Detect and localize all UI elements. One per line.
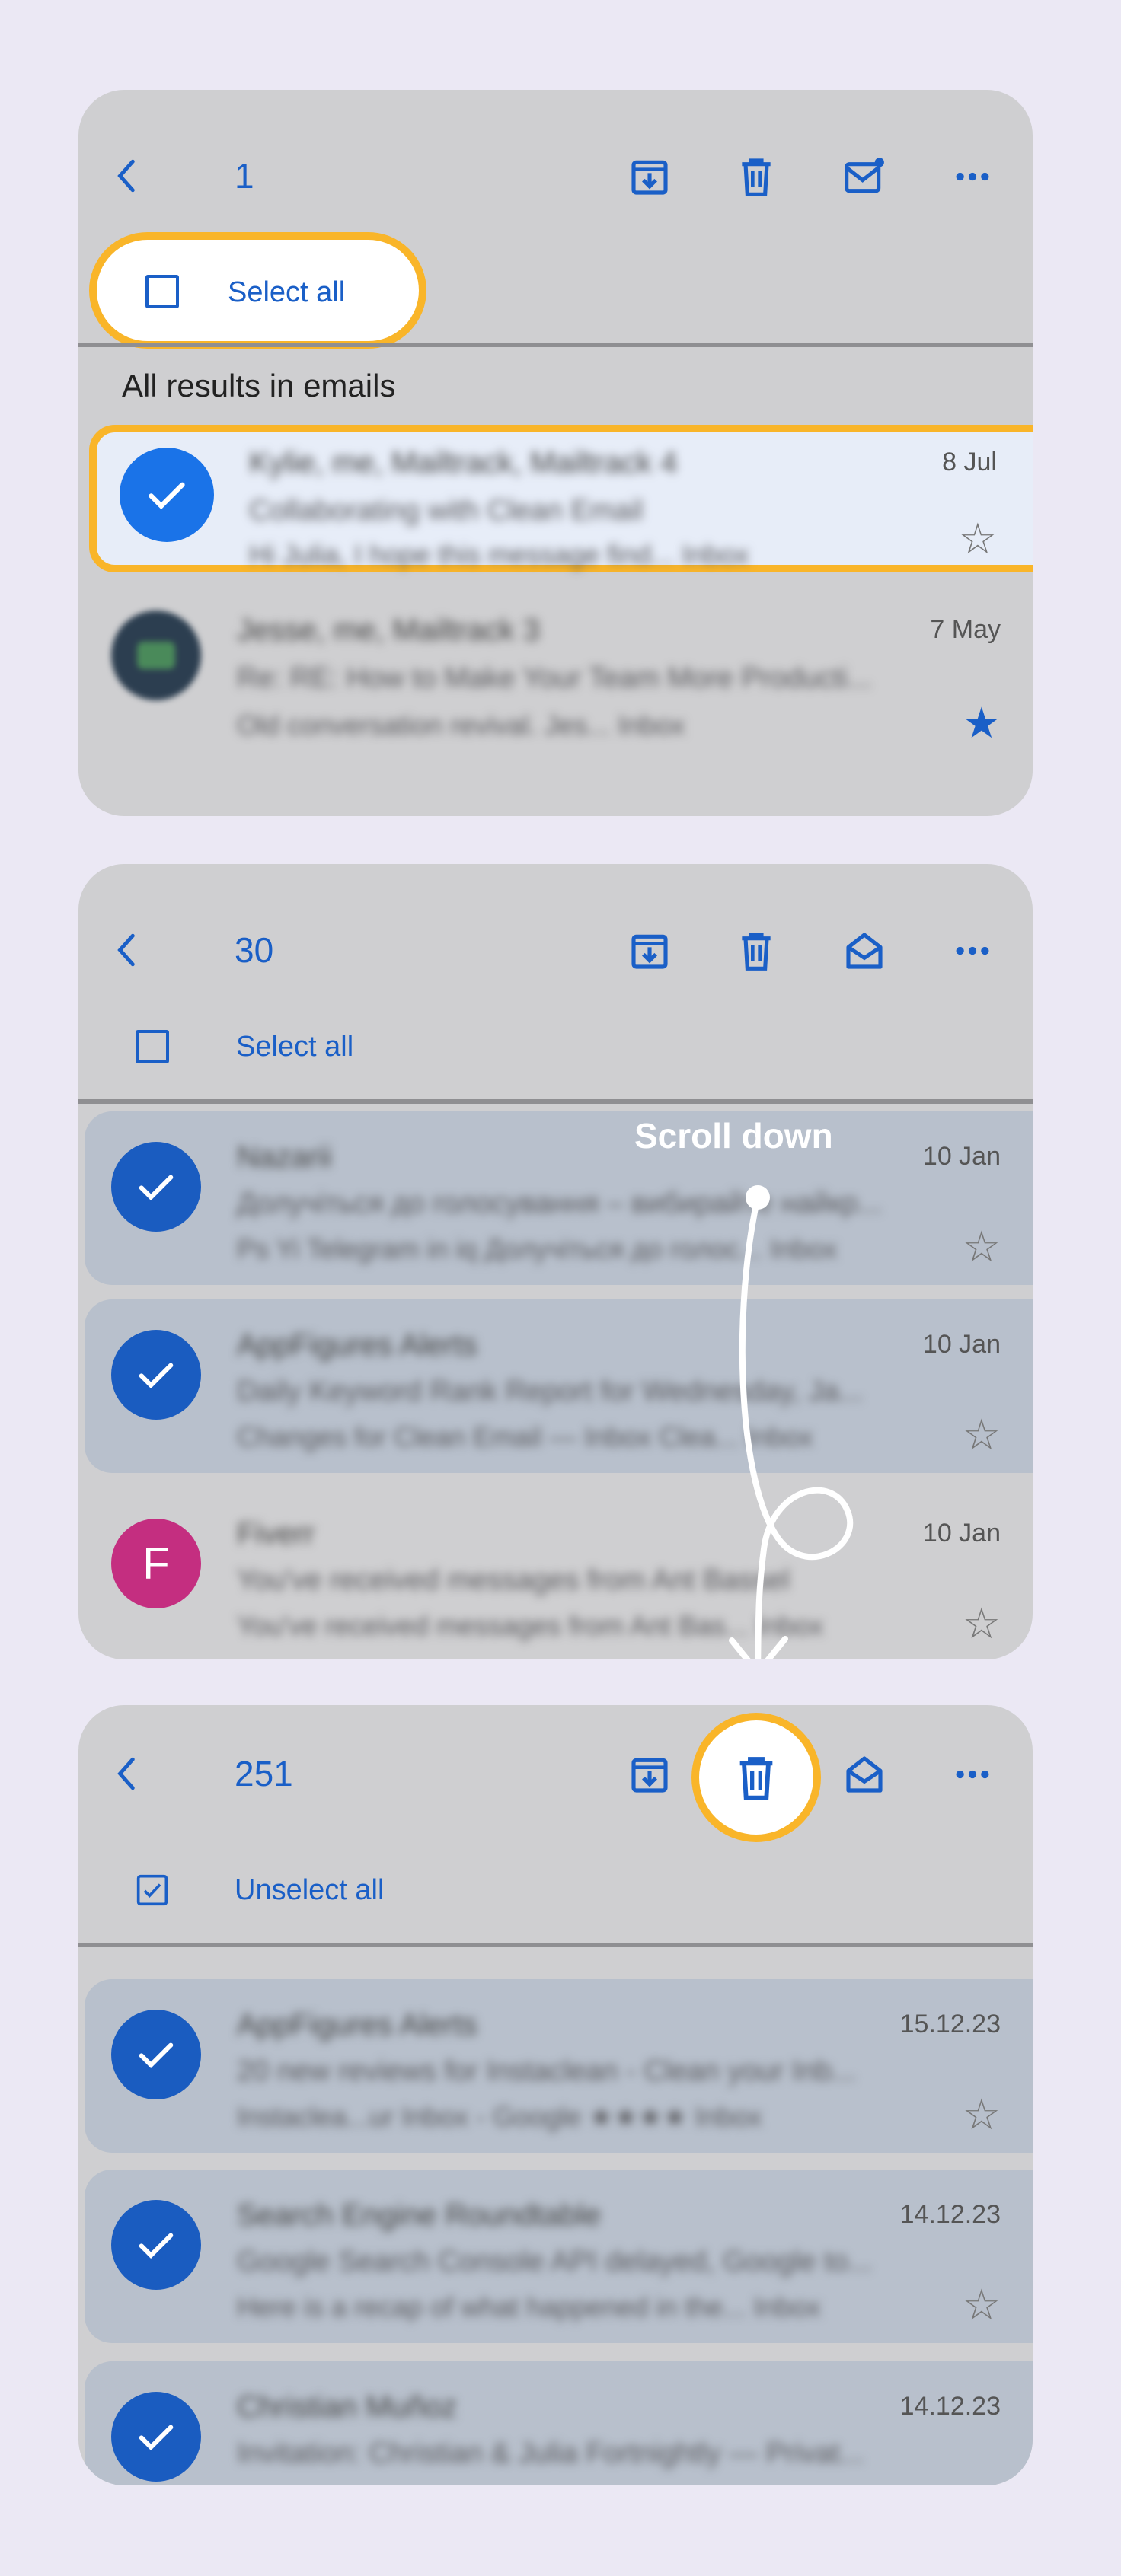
more-horizontal-icon[interactable] [951, 1753, 994, 1796]
step-3-panel: 251 Unselect all AppFigures Alerts 20 ne… [78, 1705, 1033, 2485]
email-date: 10 Jan [922, 1142, 1001, 1171]
email-date: 15.12.23 [899, 2010, 1001, 2039]
selected-check-avatar[interactable] [111, 1330, 201, 1420]
avatar: F [111, 1519, 201, 1608]
selected-count: 1 [235, 156, 254, 196]
check-icon [131, 2412, 181, 2462]
unselect-all-button[interactable]: Unselect all [78, 1848, 1033, 1932]
email-row-selected[interactable]: AppFigures Alerts 20 new reviews for Ins… [85, 1979, 1033, 2153]
email-snippet: Here is a recap of what happened in the.… [237, 2291, 821, 2323]
email-row-selected[interactable]: AppFigures Alerts Daily Keyword Rank Rep… [85, 1299, 1033, 1473]
email-sender: Fiverr [237, 1517, 315, 1551]
star-icon[interactable]: ☆ [963, 2284, 1001, 2326]
section-heading: All results in emails [122, 368, 396, 403]
email-sender: AppFigures Alerts [237, 2008, 477, 2042]
selection-toolbar: 1 [78, 134, 1033, 218]
delete-button-highlighted[interactable] [691, 1713, 821, 1842]
mail-open-icon[interactable] [843, 1753, 886, 1796]
step-2-panel: 30 Select all Nazarii Долучіться до голо… [78, 864, 1033, 1659]
trash-icon [732, 1753, 781, 1802]
back-icon[interactable] [109, 931, 147, 969]
selected-count: 251 [235, 1754, 293, 1793]
email-subject: Collaborating with Clean Email [249, 495, 644, 527]
star-icon[interactable]: ☆ [959, 518, 997, 560]
star-icon[interactable]: ☆ [963, 1414, 1001, 1456]
checkbox-checked-icon[interactable] [136, 1873, 169, 1907]
selected-check-avatar[interactable] [120, 448, 214, 542]
selected-check-avatar[interactable] [111, 2010, 201, 2099]
back-icon[interactable] [109, 157, 147, 195]
email-row-selected[interactable]: Search Engine Roundtable Google Search C… [85, 2170, 1033, 2343]
check-icon [140, 468, 193, 521]
divider [78, 1099, 1033, 1104]
email-snippet: Old conversation revival. Jes... Inbox [237, 709, 685, 741]
trash-icon[interactable] [735, 929, 778, 972]
scroll-down-annotation: Scroll down [634, 1116, 833, 1156]
checkbox[interactable] [136, 1030, 169, 1063]
mail-unread-icon[interactable] [843, 155, 886, 198]
email-subject: Re: RE: How to Make Your Team More Produ… [237, 662, 872, 694]
email-sender: Christian Muñoz [237, 2390, 458, 2424]
trash-icon[interactable] [735, 155, 778, 198]
mail-open-icon[interactable] [843, 929, 886, 972]
email-subject: Invitation: Christian & Julia Fortnightl… [237, 2437, 864, 2469]
archive-icon[interactable] [628, 155, 671, 198]
selection-toolbar: 30 [78, 908, 1033, 992]
email-snippet: Instaclea...ur Inbox - Google ★★★★ Inbox [237, 2101, 762, 2132]
email-row[interactable]: Jesse, me, Mailtrack 3 Re: RE: How to Ma… [85, 595, 1033, 769]
email-row-selected[interactable]: Nazarii Долучіться до голосування – виби… [85, 1111, 1033, 1285]
archive-icon[interactable] [628, 1753, 671, 1796]
email-row-selected[interactable]: Christian Muñoz Invitation: Christian & … [85, 2361, 1033, 2485]
select-all-button[interactable]: Select all [78, 1005, 1033, 1089]
check-icon [131, 2029, 181, 2080]
email-date: 14.12.23 [899, 2200, 1001, 2229]
email-sender: AppFigures Alerts [237, 1328, 477, 1362]
email-snippet: Hi Julia, I hope this message find... In… [249, 539, 749, 570]
back-icon[interactable] [109, 1755, 147, 1793]
step-1-panel: 1 Select all All results in emails Kylie… [78, 90, 1033, 816]
email-subject: 20 new reviews for Instaclean - Clean yo… [237, 2055, 857, 2087]
avatar [111, 611, 201, 700]
star-icon[interactable]: ☆ [963, 2093, 1001, 2136]
archive-icon[interactable] [628, 929, 671, 972]
checkbox[interactable] [145, 275, 179, 308]
unselect-all-label: Unselect all [235, 1874, 385, 1906]
email-date: 10 Jan [922, 1519, 1001, 1548]
email-sender: Search Engine Roundtable [237, 2198, 602, 2232]
email-date: 7 May [930, 615, 1001, 644]
email-date: 14.12.23 [899, 2392, 1001, 2421]
email-sender: Jesse, me, Mailtrack 3 [237, 614, 540, 647]
check-icon [131, 1162, 181, 1212]
email-sender: Nazarii [237, 1140, 332, 1174]
star-icon[interactable]: ☆ [963, 1226, 1001, 1268]
selected-count: 30 [235, 930, 274, 970]
more-horizontal-icon[interactable] [951, 155, 994, 198]
select-all-button[interactable]: Select all [89, 232, 426, 349]
email-date: 8 Jul [942, 448, 997, 477]
check-icon [131, 2220, 181, 2270]
email-sender: Kylie, me, Mailtrack, Mailtrack 4 [249, 446, 678, 480]
email-subject: Google Search Console API delayed, Googl… [237, 2246, 873, 2278]
scroll-arrow-icon [729, 1185, 854, 1659]
more-horizontal-icon[interactable] [951, 929, 994, 972]
select-all-label: Select all [236, 1031, 354, 1063]
star-filled-icon[interactable]: ★ [963, 702, 1001, 744]
selection-toolbar: 251 [78, 1713, 1033, 1842]
selected-check-avatar[interactable] [111, 2392, 201, 2482]
check-icon [131, 1350, 181, 1400]
select-all-label: Select all [228, 276, 346, 308]
selected-check-avatar[interactable] [111, 1142, 201, 1232]
email-row[interactable]: F Fiverr You've received messages from A… [85, 1488, 1033, 1659]
selected-check-avatar[interactable] [111, 2200, 201, 2290]
divider [78, 343, 1033, 347]
star-icon[interactable]: ☆ [963, 1602, 1001, 1645]
divider [78, 1943, 1033, 1947]
email-date: 10 Jan [922, 1330, 1001, 1359]
email-row-selected[interactable]: Kylie, me, Mailtrack, Mailtrack 4 Collab… [89, 425, 1033, 572]
